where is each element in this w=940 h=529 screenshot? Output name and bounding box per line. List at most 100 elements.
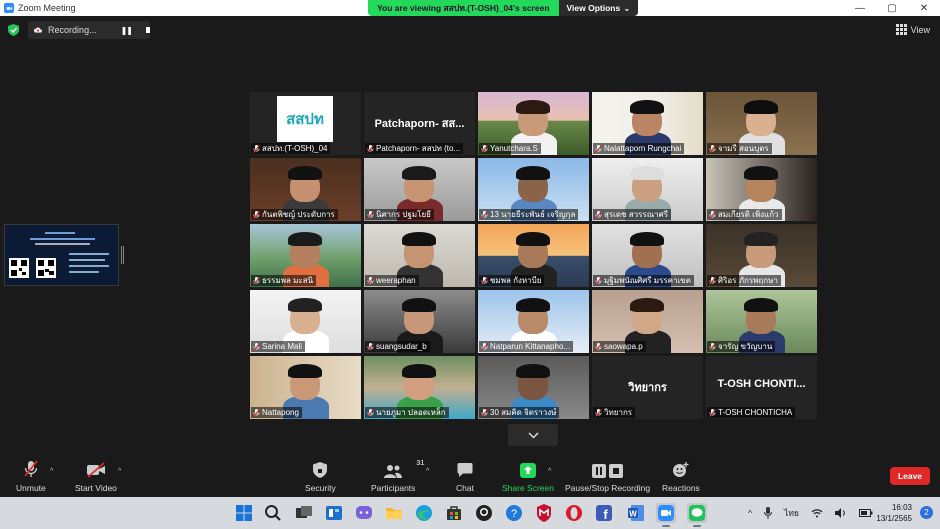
security-shield-icon[interactable] <box>8 24 19 36</box>
microphone-tray-icon[interactable] <box>764 507 772 519</box>
muted-mic-icon <box>481 408 488 417</box>
teams-chat-icon[interactable] <box>354 503 374 523</box>
share-options-caret-icon[interactable]: ^ <box>548 468 551 475</box>
unmute-label: Unmute <box>16 483 46 493</box>
stop-icon <box>609 464 624 478</box>
participant-name: Nalattaporn Rungchai <box>604 144 682 153</box>
close-button[interactable]: ✕ <box>908 0 940 16</box>
muted-mic-icon <box>367 210 374 219</box>
muted-mic-icon <box>709 144 716 153</box>
participant-tile[interactable]: ศิริอร ภักรพฤกษา <box>706 224 817 287</box>
participant-name-tag: มุฐิมพนัณศิศรี มรรคาเขต <box>593 275 694 286</box>
taskbar-clock[interactable]: 16:03 13/1/2565 <box>876 502 912 524</box>
file-explorer-icon[interactable] <box>384 503 404 523</box>
word-icon[interactable]: W <box>626 503 646 523</box>
participants-count: 31 <box>416 458 425 467</box>
participant-name-tag: สสปท.(T-OSH)_04 <box>251 143 331 154</box>
participants-options-caret-icon[interactable]: ^ <box>426 468 429 475</box>
search-icon[interactable] <box>263 503 283 523</box>
store-icon[interactable] <box>444 503 464 523</box>
video-off-icon <box>86 462 105 478</box>
widgets-icon[interactable] <box>324 503 344 523</box>
participant-tile[interactable]: สุรเดช สวรรณาศรี <box>592 158 703 221</box>
chat-label: Chat <box>456 483 474 493</box>
participant-tile[interactable]: Patchaporn- สส... Patchaporn- สสปท (to... <box>364 92 475 155</box>
participant-tile[interactable]: จารัญ ขวัญบาน <box>706 290 817 353</box>
task-view-icon[interactable] <box>294 503 314 523</box>
unmute-button[interactable]: Unmute <box>16 460 46 493</box>
split-drag-handle[interactable] <box>121 246 124 264</box>
mcafee-icon[interactable] <box>534 503 554 523</box>
security-button[interactable]: Security <box>305 460 336 493</box>
gallery-next-page-button[interactable] <box>508 424 558 446</box>
pause-stop-recording-button[interactable]: Pause/Stop Recording <box>565 460 650 493</box>
muted-mic-icon <box>481 342 488 351</box>
muted-mic-icon <box>253 408 260 417</box>
chat-button[interactable]: Chat <box>456 460 474 493</box>
participant-tile[interactable]: saowapa.p <box>592 290 703 353</box>
participant-tile[interactable]: จามรี สอนบุตร <box>706 92 817 155</box>
participant-tile[interactable]: weeraphan <box>364 224 475 287</box>
start-video-button[interactable]: Start Video <box>75 460 117 493</box>
battery-icon[interactable] <box>858 508 873 518</box>
stop-recording-icon[interactable] <box>145 27 150 33</box>
chat-bubble-icon <box>457 463 473 477</box>
zoom-taskbar-icon[interactable] <box>656 503 676 523</box>
participant-tile[interactable]: วิทยากร วิทยากร <box>592 356 703 419</box>
pause-recording-icon[interactable]: ❚❚ <box>121 26 133 35</box>
participant-tile[interactable]: Sarina Mali <box>250 290 361 353</box>
participant-tile[interactable]: T-OSH CHONTI... T-OSH CHONTICHA <box>706 356 817 419</box>
opera-icon[interactable] <box>564 503 584 523</box>
participant-tile[interactable]: สสปท สสปท.(T-OSH)_04 <box>250 92 361 155</box>
participant-tile[interactable]: 13 นายธีระพันธ์ เจริญกุล <box>478 158 589 221</box>
participant-tile[interactable]: Natparun Kittanapho... <box>478 290 589 353</box>
facebook-icon[interactable]: f <box>594 503 614 523</box>
leave-button[interactable]: Leave <box>890 467 930 485</box>
maximize-button[interactable]: ▢ <box>876 0 908 16</box>
participant-tile[interactable]: กันตพิชญ์ ประดับการ <box>250 158 361 221</box>
muted-mic-icon <box>253 144 260 153</box>
notification-count-badge[interactable]: 2 <box>920 506 933 519</box>
view-button[interactable]: View <box>895 24 930 35</box>
participant-tile[interactable]: Nalattaporn Rungchai <box>592 92 703 155</box>
participant-name: suangsudar_b <box>376 342 427 351</box>
participants-button[interactable]: 31 Participants <box>371 458 425 493</box>
participant-name: จารัญ ขวัญบาน <box>718 342 773 351</box>
windows-start-icon[interactable] <box>234 503 254 523</box>
muted-mic-icon <box>481 210 488 219</box>
participant-name-tag: ชมพล กังหาบีย <box>479 275 545 286</box>
participant-name-tag: 13 นายธีระพันธ์ เจริญกุล <box>479 209 579 220</box>
wifi-icon[interactable] <box>811 508 823 518</box>
help-icon[interactable]: ? <box>504 503 524 523</box>
participant-tile[interactable]: นิศากร ปฐมโยธี <box>364 158 475 221</box>
participant-name-tag: วิทยากร <box>593 407 636 418</box>
show-hidden-icons-icon[interactable]: ^ <box>748 508 752 518</box>
view-options-button[interactable]: View Options ⌄ <box>558 0 639 16</box>
volume-icon[interactable] <box>834 508 847 518</box>
share-screen-button[interactable]: Share Screen <box>502 460 554 493</box>
participant-tile[interactable]: Yanutchara.S <box>478 92 589 155</box>
recording-label: Recording... <box>48 25 97 35</box>
line-app-icon[interactable] <box>687 503 707 523</box>
participant-tile[interactable]: 30 สมคิด จิตราวงษ์ <box>478 356 589 419</box>
participant-tile[interactable]: ธรรมพล มะสนิ <box>250 224 361 287</box>
participant-tile[interactable]: สมเกียรติ เพิ่งแก้ว <box>706 158 817 221</box>
participant-tile[interactable]: นายภูมา ปลอดเหล็ก <box>364 356 475 419</box>
participant-name: Patchaporn- สสปท (to... <box>376 144 461 153</box>
muted-mic-icon <box>595 408 602 417</box>
shared-screen-thumbnail[interactable] <box>4 224 119 286</box>
minimize-button[interactable]: — <box>844 0 876 16</box>
participant-tile[interactable]: Nattapong <box>250 356 361 419</box>
chevron-down-icon <box>527 431 539 439</box>
muted-mic-icon <box>367 144 374 153</box>
muted-mic-icon <box>367 276 374 285</box>
audio-options-caret-icon[interactable]: ^ <box>50 468 53 475</box>
edge-browser-icon[interactable] <box>414 503 434 523</box>
github-icon[interactable] <box>474 503 494 523</box>
reactions-button[interactable]: Reactions <box>662 460 700 493</box>
participant-tile[interactable]: ชมพล กังหาบีย <box>478 224 589 287</box>
video-options-caret-icon[interactable]: ^ <box>118 468 121 475</box>
input-language-indicator[interactable]: ไทย <box>784 506 799 520</box>
participant-tile[interactable]: มุฐิมพนัณศิศรี มรรคาเขต <box>592 224 703 287</box>
participant-tile[interactable]: suangsudar_b <box>364 290 475 353</box>
